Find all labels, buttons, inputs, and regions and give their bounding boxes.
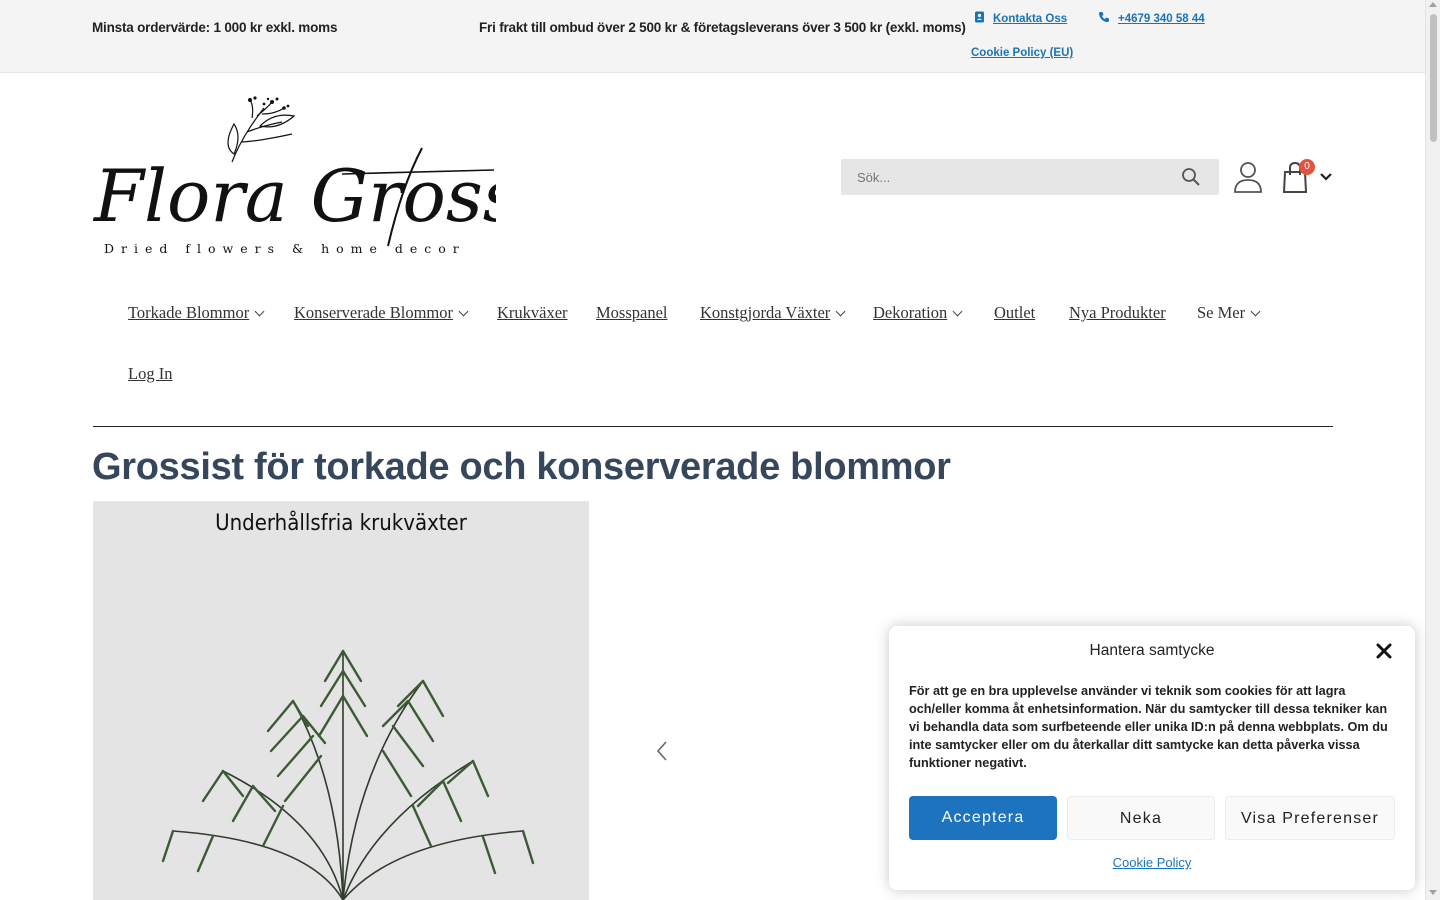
- chevron-down-icon: [458, 306, 469, 316]
- user-account-icon[interactable]: [1233, 161, 1263, 193]
- scrollbar-thumb[interactable]: [1430, 14, 1437, 142]
- nav-item-krukvaxer[interactable]: Krukväxer: [497, 303, 568, 323]
- phone-link[interactable]: +4679 340 58 44: [1098, 11, 1205, 26]
- cookie-policy-eu-link[interactable]: Cookie Policy (EU): [971, 47, 1073, 59]
- site-logo[interactable]: Flora Grossist Dried flowers & home deco…: [92, 96, 610, 258]
- nav-item-label[interactable]: Torkade Blommor: [128, 303, 249, 323]
- nav-item-mosspanel[interactable]: Mosspanel: [596, 303, 668, 323]
- chevron-down-icon: [1250, 306, 1261, 316]
- consent-body-text: För att ge en bra upplevelse använder vi…: [909, 684, 1388, 770]
- cart-button[interactable]: 0: [1280, 159, 1336, 194]
- nav-item-outlet[interactable]: Outlet: [994, 303, 1035, 323]
- nav-item-label[interactable]: Outlet: [994, 303, 1035, 323]
- nav-item-label[interactable]: Konstgjorda Växter: [700, 303, 830, 323]
- accept-button[interactable]: Acceptera: [909, 796, 1057, 840]
- nav-item-nya-produkter[interactable]: Nya Produkter: [1069, 303, 1166, 323]
- nav-item-label[interactable]: Nya Produkter: [1069, 303, 1166, 323]
- nav-item-torkade-blommor[interactable]: Torkade Blommor: [128, 303, 265, 323]
- contact-link[interactable]: Kontakta Oss: [974, 11, 1067, 26]
- nav-item-konstgjorda-vaxter[interactable]: Konstgjorda Växter: [700, 303, 846, 323]
- palm-plant-image: [161, 649, 535, 900]
- logo-script-text: Flora Grossist: [92, 154, 496, 238]
- search-input[interactable]: [841, 159, 1177, 195]
- deny-button[interactable]: Neka: [1067, 796, 1215, 840]
- consent-title: Hantera samtycke: [1089, 642, 1215, 659]
- nav-item-se-mer[interactable]: Se Mer: [1197, 303, 1261, 323]
- scroll-down-arrow-icon[interactable]: [1429, 890, 1437, 895]
- page-title: Grossist för torkade och konserverade bl…: [92, 446, 951, 488]
- top-info-bar: Minsta ordervärde: 1 000 kr exkl. moms F…: [0, 0, 1425, 73]
- chevron-down-icon: [952, 306, 963, 316]
- phone-icon: [1098, 11, 1110, 26]
- consent-cookie-policy-link[interactable]: Cookie Policy: [889, 855, 1415, 870]
- contact-link-label[interactable]: Kontakta Oss: [993, 13, 1067, 25]
- nav-item-label[interactable]: Krukväxer: [497, 303, 568, 323]
- slider-prev-arrow-icon[interactable]: [655, 740, 669, 762]
- scroll-up-arrow-icon[interactable]: [1429, 2, 1437, 7]
- min-order-note: Minsta ordervärde: 1 000 kr exkl. moms: [92, 20, 338, 35]
- nav-item-dekoration[interactable]: Dekoration: [873, 303, 963, 323]
- hero-slide-image[interactable]: Underhållsfria krukväxter: [93, 501, 589, 900]
- nav-item-log-in[interactable]: Log In: [128, 364, 172, 384]
- shipping-note: Fri frakt till ombud över 2 500 kr & för…: [479, 20, 966, 35]
- nav-item-konserverade-blommor[interactable]: Konserverade Blommor: [294, 303, 469, 323]
- contact-card-icon: [974, 11, 985, 26]
- search-icon[interactable]: [1181, 167, 1201, 187]
- view-preferences-button[interactable]: Visa Preferenser: [1225, 796, 1395, 840]
- nav-item-label[interactable]: Mosspanel: [596, 303, 668, 323]
- search-box: [841, 159, 1219, 195]
- page-scrollbar[interactable]: [1425, 0, 1440, 900]
- phone-link-label[interactable]: +4679 340 58 44: [1118, 13, 1205, 25]
- cookie-consent-dialog: Hantera samtycke För att ge en bra upple…: [889, 626, 1415, 890]
- nav-item-label[interactable]: Se Mer: [1197, 303, 1245, 323]
- close-icon[interactable]: [1375, 642, 1393, 660]
- nav-item-label[interactable]: Konserverade Blommor: [294, 303, 453, 323]
- chevron-down-icon: [835, 306, 846, 316]
- logo-tagline: Dried flowers & home decor: [104, 241, 466, 256]
- cart-count-badge: 0: [1299, 159, 1315, 175]
- flora-grossist-logo-image: Flora Grossist Dried flowers & home deco…: [92, 96, 610, 256]
- header-divider: [93, 426, 1333, 427]
- nav-item-label[interactable]: Dekoration: [873, 303, 947, 323]
- slide-caption: Underhållsfria krukväxter: [215, 511, 467, 536]
- nav-item-label[interactable]: Log In: [128, 364, 172, 384]
- chevron-down-icon[interactable]: [1320, 173, 1332, 181]
- chevron-down-icon: [254, 306, 265, 316]
